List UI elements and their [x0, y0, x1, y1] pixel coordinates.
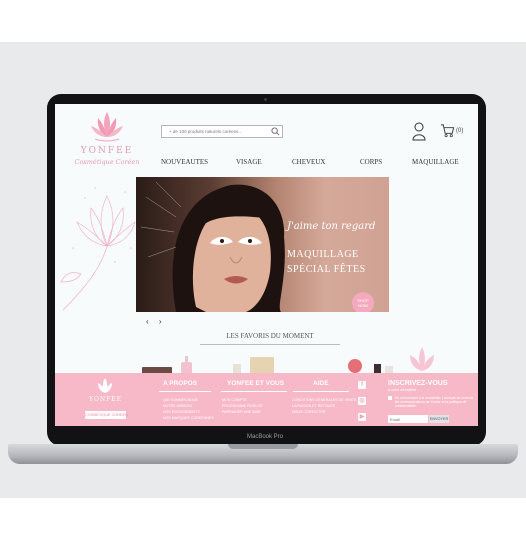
cart-count: (0) [456, 128, 464, 134]
footer-link[interactable]: NOUS CONTACTER [292, 410, 325, 414]
main-navigation: NOUVEAUTES VISAGE CHEVEUX CORPS MAQUILLA… [155, 158, 478, 170]
website-screen: YONFEE Cosmétique Coréen + de 100 produi… [55, 104, 478, 426]
product-thumb-5[interactable] [348, 359, 362, 373]
footer-divider [293, 391, 349, 392]
footer-link[interactable]: CONDITIONS GÉNÉRALES DE VENTE [292, 398, 357, 402]
footer-link[interactable]: NOTRE MISSION [163, 404, 192, 408]
background-band-top [0, 0, 526, 42]
newsletter-submit-button[interactable]: ENVOYER [429, 415, 449, 423]
hero-title-line1: MAQUILLAGE [287, 249, 359, 260]
newsletter-email-input[interactable] [388, 415, 428, 423]
search-input[interactable]: + de 100 produits naturels coréens... [161, 125, 283, 138]
camera-icon [264, 98, 267, 101]
footer-link[interactable]: NOS MARQUES CORÉENNES [163, 416, 214, 420]
lotus-logo-icon [91, 112, 123, 142]
laptop-model-label: MacBook Pro [246, 434, 283, 440]
footer-heading-yonfee-et-vous: YONFEE ET VOUS [227, 380, 285, 387]
brand-name: YONFEE [80, 146, 134, 156]
brand-logo[interactable]: YONFEE Cosmétique Coréen [67, 106, 147, 172]
facebook-icon[interactable]: f [358, 381, 366, 389]
footer-divider [159, 391, 211, 392]
footer-brand-name: YONFEE [89, 396, 123, 403]
shop-now-button[interactable]: SHOP NOW [352, 292, 374, 312]
footer-link[interactable]: MON COMPTE [222, 398, 247, 402]
footer-link[interactable]: QUI SOMMES-NOUS [163, 398, 198, 402]
newsletter-subtitle: à notre newsletter [388, 388, 417, 392]
nav-item-corps[interactable]: CORPS [360, 158, 382, 166]
favorites-title: LES FAVORIS DU MOMENT [226, 332, 314, 340]
nav-item-maquillage[interactable]: MAQUILLAGE [412, 158, 459, 166]
nav-item-visage[interactable]: VISAGE [236, 158, 262, 166]
footer-lotus-logo-icon [98, 378, 112, 393]
footer-link[interactable]: PROGRAMME FIDÉLITÉ [222, 404, 263, 408]
product-thumbnails [142, 356, 393, 374]
product-thumb-4[interactable] [250, 357, 274, 374]
hero-banner[interactable]: J'aime ton regard MAQUILLAGE SPÉCIAL FÊT… [136, 177, 389, 312]
newsletter-heading: INSCRIVEZ-VOUS [388, 380, 448, 387]
hero-model-image [140, 181, 285, 312]
decorative-lotus-right-icon [410, 347, 434, 371]
carousel-next-icon[interactable]: › [159, 317, 166, 326]
footer-link[interactable]: PARRAINER UNE AMIE [222, 410, 261, 414]
product-thumb-2[interactable] [181, 356, 192, 374]
user-account-icon[interactable] [412, 121, 426, 141]
brand-tagline: Cosmétique Coréen [74, 158, 140, 166]
nav-item-cheveux[interactable]: CHEVEUX [292, 158, 325, 166]
laptop-notch [228, 444, 298, 449]
carousel-controls: ‹ › [146, 317, 166, 326]
newsletter-consent-checkbox[interactable] [388, 396, 392, 400]
hero-tagline: J'aime ton regard [287, 221, 376, 232]
instagram-icon[interactable]: ◎ [358, 397, 366, 405]
decorative-lotus-icon [60, 187, 136, 311]
site-footer: YONFEE COSMETIQUE COREEN A PROPOS QUI SO… [55, 373, 478, 426]
newsletter-consent-text: En m'inscrivant à la newsletter, j'accep… [395, 396, 474, 409]
footer-heading-apropos: A PROPOS [163, 380, 198, 387]
footer-link[interactable]: NOS ENGAGEMENTS [163, 410, 200, 414]
nav-item-nouveautes[interactable]: NOUVEAUTES [161, 158, 208, 166]
footer-brand-tag: COSMETIQUE COREEN [85, 411, 128, 419]
footer-divider [221, 391, 287, 392]
background-band-bottom [0, 498, 526, 540]
search-placeholder: + de 100 produits naturels coréens... [169, 129, 243, 134]
footer-link[interactable]: LIVRAISON ET RETOURS [292, 404, 335, 408]
search-icon[interactable] [271, 127, 280, 136]
carousel-prev-icon[interactable]: ‹ [146, 317, 153, 326]
youtube-icon[interactable]: ▶ [358, 413, 366, 421]
shopping-cart-icon[interactable] [440, 123, 455, 138]
footer-heading-aide: AIDE [313, 380, 329, 387]
hero-title-line2: SPÉCIAL FÊTES [287, 264, 366, 275]
favorites-divider [200, 344, 340, 345]
